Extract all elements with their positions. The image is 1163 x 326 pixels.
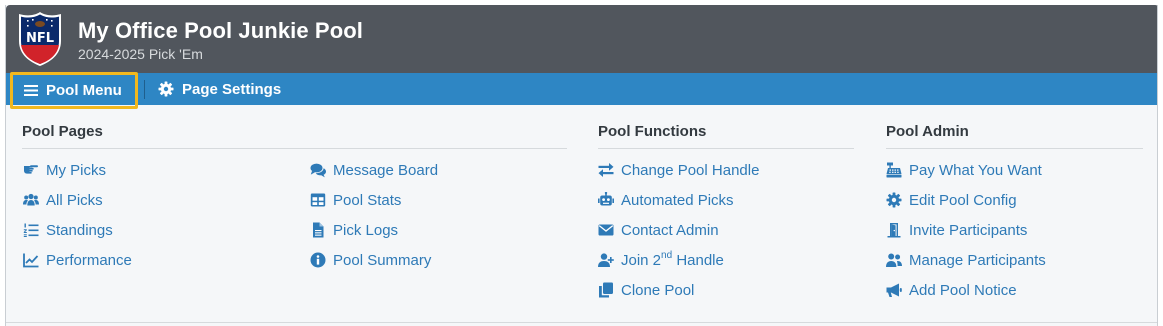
all-picks-link[interactable]: All Picks [23, 190, 103, 210]
ordered-list-icon [23, 223, 39, 237]
performance-link[interactable]: Performance [23, 250, 132, 270]
page-settings-button[interactable]: Page Settings [158, 73, 281, 105]
standings-link[interactable]: Standings [23, 220, 113, 240]
message-board-label: Message Board [333, 161, 439, 179]
door-open-icon [887, 223, 901, 238]
message-board-link[interactable]: Message Board [310, 160, 438, 180]
join-2nd-handle-link[interactable]: Join 2nd Handle [598, 250, 724, 270]
my-picks-label: My Picks [46, 161, 106, 179]
automated-picks-label: Automated Picks [621, 191, 734, 209]
standings-label: Standings [46, 221, 113, 239]
bullhorn-icon [886, 283, 902, 297]
pool-summary-label: Pool Summary [333, 251, 432, 269]
users-icon [886, 253, 902, 267]
pool-subtitle: 2024-2025 Pick 'Em [78, 46, 203, 62]
manage-participants-link[interactable]: Manage Participants [886, 250, 1046, 270]
pool-navbar: Pool Menu Page Settings [6, 72, 1157, 109]
edit-pool-config-link[interactable]: Edit Pool Config [886, 190, 1017, 210]
user-plus-icon [598, 253, 614, 267]
gear-icon [158, 81, 174, 97]
exchange-arrows-icon [598, 163, 614, 177]
robot-icon [598, 192, 614, 206]
svg-text:NFL: NFL [26, 31, 54, 46]
clone-pool-label: Clone Pool [621, 281, 695, 299]
all-picks-label: All Picks [46, 191, 103, 209]
gear-icon [886, 192, 902, 208]
pointing-hand-icon [24, 165, 38, 174]
clone-pool-link[interactable]: Clone Pool [598, 280, 694, 300]
edit-pool-config-label: Edit Pool Config [909, 191, 1017, 209]
join-2nd-handle-label: Join 2nd Handle [621, 249, 724, 269]
hamburger-icon [24, 85, 38, 96]
change-pool-handle-label: Change Pool Handle [621, 161, 760, 179]
contact-admin-label: Contact Admin [621, 221, 719, 239]
nfl-shield-logo: NFL [19, 12, 61, 66]
pool-stats-label: Pool Stats [333, 191, 402, 209]
comments-icon [310, 163, 326, 178]
pool-summary-link[interactable]: Pool Summary [310, 250, 431, 270]
table-icon [310, 193, 326, 207]
ordinal-suffix: nd [661, 249, 673, 261]
envelope-icon [598, 224, 614, 236]
pool-stats-link[interactable]: Pool Stats [310, 190, 401, 210]
join-label-suffix: Handle [672, 251, 724, 269]
pool-menu-button[interactable]: Pool Menu [10, 72, 138, 109]
cash-register-icon [886, 162, 902, 178]
pool-title: My Office Pool Junkie Pool [78, 18, 363, 43]
pick-logs-link[interactable]: Pick Logs [310, 220, 398, 240]
pool-menu-label: Pool Menu [46, 82, 122, 99]
join-label-prefix: Join 2 [621, 251, 662, 269]
pool-pages-heading: Pool Pages [22, 123, 567, 149]
line-chart-icon [23, 253, 39, 268]
info-circle-icon [310, 252, 326, 268]
nav-divider [144, 80, 145, 99]
invite-participants-label: Invite Participants [909, 221, 1028, 239]
invite-participants-link[interactable]: Invite Participants [886, 220, 1027, 240]
pool-header: NFL My Office Pool Junkie Pool 2024-2025… [6, 5, 1157, 73]
change-pool-handle-link[interactable]: Change Pool Handle [598, 160, 759, 180]
my-picks-link[interactable]: My Picks [23, 160, 106, 180]
add-pool-notice-label: Add Pool Notice [909, 281, 1017, 299]
page-settings-label: Page Settings [182, 80, 282, 98]
pool-page: NFL My Office Pool Junkie Pool 2024-2025… [5, 5, 1158, 326]
menu-bottom-divider [6, 322, 1157, 323]
copy-icon [599, 282, 613, 298]
contact-admin-link[interactable]: Contact Admin [598, 220, 719, 240]
users-icon [23, 193, 39, 206]
add-pool-notice-link[interactable]: Add Pool Notice [886, 280, 1017, 300]
pool-admin-heading: Pool Admin [886, 123, 1143, 149]
pick-logs-label: Pick Logs [333, 221, 399, 239]
pay-what-you-want-label: Pay What You Want [909, 161, 1042, 179]
file-icon [313, 222, 324, 238]
automated-picks-link[interactable]: Automated Picks [598, 190, 734, 210]
manage-participants-label: Manage Participants [909, 251, 1046, 269]
pay-what-you-want-link[interactable]: Pay What You Want [886, 160, 1042, 180]
performance-label: Performance [46, 251, 132, 269]
pool-functions-heading: Pool Functions [598, 123, 854, 149]
